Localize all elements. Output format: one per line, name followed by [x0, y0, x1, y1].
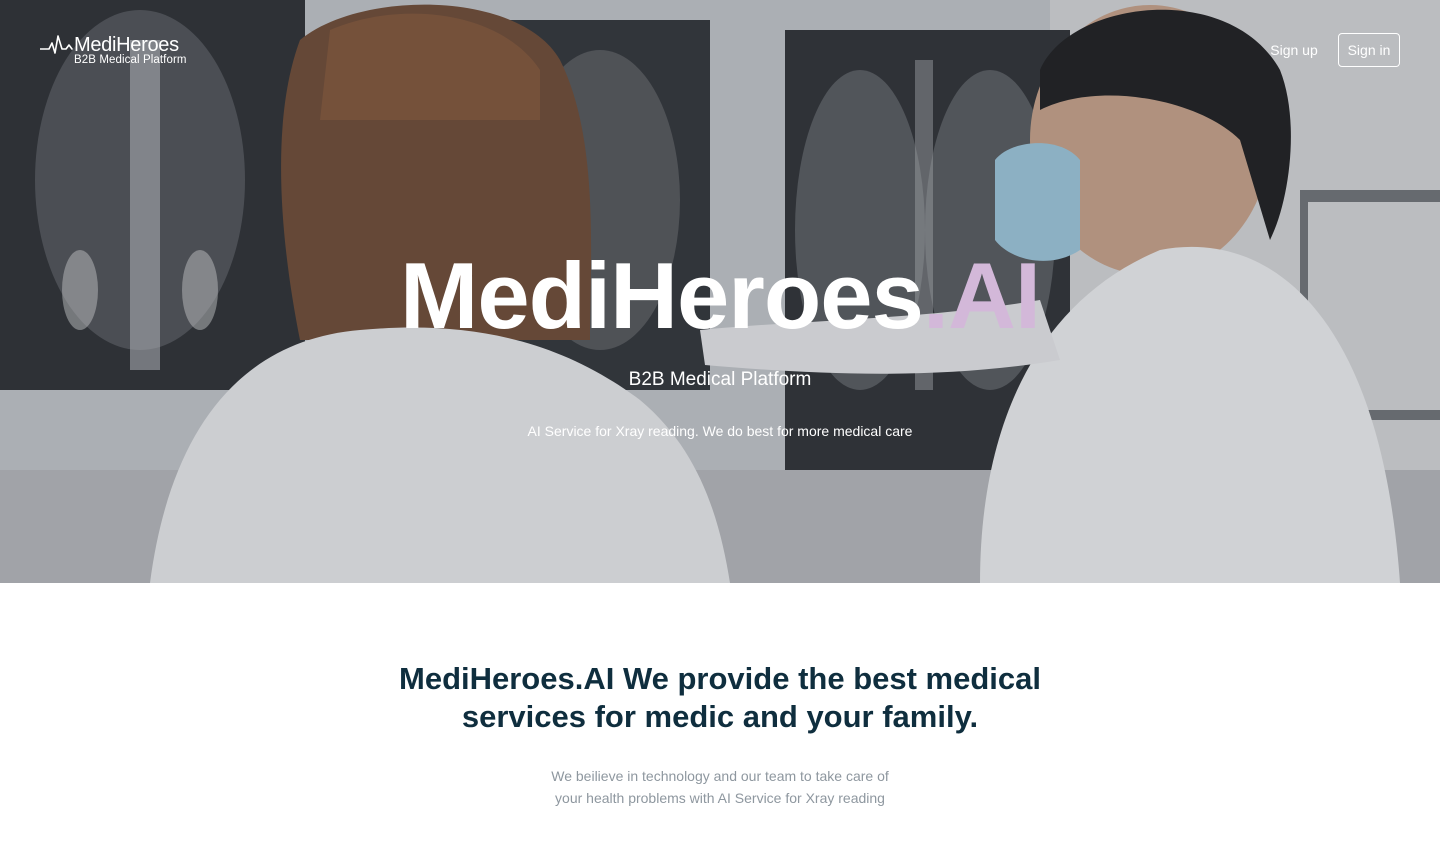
hero-tagline: AI Service for Xray reading. We do best … — [527, 423, 913, 439]
about-description-line-2: your health problems with AI Service for… — [555, 790, 885, 806]
sign-up-button[interactable]: Sign up — [1262, 39, 1326, 61]
about-description-line-1: We beilieve in technology and our team t… — [551, 768, 889, 784]
hero-title: MediHeroes.AI — [0, 241, 1440, 351]
sign-in-button[interactable]: Sign in — [1338, 33, 1400, 67]
about-description: We beilieve in technology and our team t… — [520, 765, 920, 809]
hero-title-accent: .AI — [922, 243, 1041, 348]
hero-section: MediHeroes B2B Medical Platform Sign up … — [0, 0, 1440, 583]
hero-subtitle: B2B Medical Platform — [628, 369, 812, 390]
about-headline: MediHeroes.AI We provide the best medica… — [399, 661, 1041, 734]
heartbeat-icon — [40, 35, 73, 54]
hero-title-main: MediHeroes — [400, 243, 924, 348]
logo-subtitle: B2B Medical Platform — [74, 54, 187, 66]
logo[interactable]: MediHeroes B2B Medical Platform — [40, 33, 190, 69]
